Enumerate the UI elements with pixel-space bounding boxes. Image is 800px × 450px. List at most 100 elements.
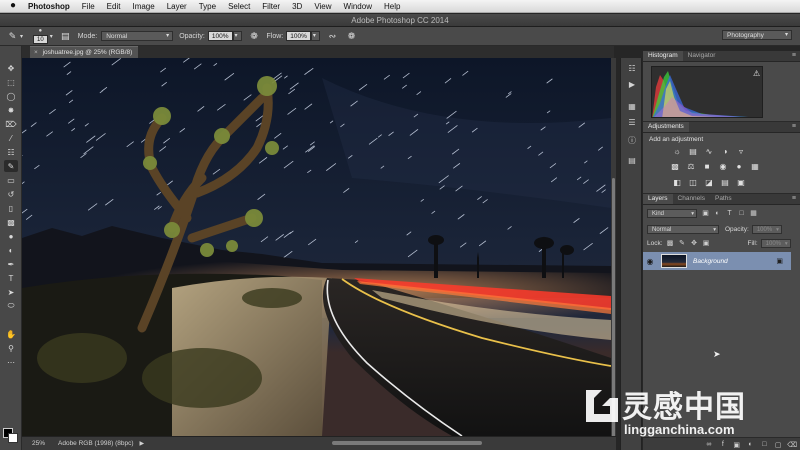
brightness-contrast-icon[interactable]: ☼	[671, 147, 683, 157]
actions-panel-icon[interactable]: ▶	[625, 78, 639, 90]
more-tools-icon[interactable]: ⋯	[4, 356, 18, 368]
invert-icon[interactable]: ◧	[671, 178, 683, 188]
layer-opacity-field[interactable]: 100%	[751, 225, 782, 234]
filter-pixel-icon[interactable]: ▣	[701, 209, 710, 218]
menu-photoshop[interactable]: Photoshop	[28, 2, 70, 11]
curves-icon[interactable]: ∿	[703, 147, 715, 157]
tab-channels[interactable]: Channels	[673, 194, 710, 204]
workspace-dropdown[interactable]: Photography	[722, 30, 792, 40]
flow-field[interactable]: 100%	[286, 31, 311, 41]
character-panel-icon[interactable]: ☰	[625, 116, 639, 128]
path-selection-tool-icon[interactable]: ➤	[4, 286, 18, 298]
delete-layer-icon[interactable]: ⌫	[786, 441, 798, 449]
add-layer-style-icon[interactable]: f	[717, 441, 729, 448]
gradient-map-icon[interactable]: ▤	[719, 178, 731, 188]
filter-type-icon[interactable]: T	[725, 209, 734, 218]
quick-select-tool-icon[interactable]: ✸	[4, 104, 18, 116]
flow-slider-toggle[interactable]	[310, 31, 320, 41]
tool-preset-picker[interactable]: ✎ ▾	[6, 30, 23, 43]
pressure-size-button[interactable]: ❁	[345, 30, 358, 43]
menu-file[interactable]: File	[82, 2, 95, 11]
lasso-tool-icon[interactable]: ◯	[4, 90, 18, 102]
cached-data-warning-icon[interactable]: ⚠	[753, 69, 760, 78]
brush-presets-panel-icon[interactable]: ▤	[625, 154, 639, 166]
menu-layer[interactable]: Layer	[167, 2, 187, 11]
brush-size-picker[interactable]: ● 10 ▾	[33, 28, 53, 44]
layer-blend-mode-dropdown[interactable]: Normal	[647, 225, 719, 234]
document-tab[interactable]: × joshuatree.jpg @ 25% (RGB/8)	[30, 46, 139, 58]
layer-name[interactable]: Background	[693, 258, 728, 265]
color-swatches[interactable]	[3, 428, 19, 444]
menu-select[interactable]: Select	[228, 2, 250, 11]
channel-mixer-icon[interactable]: ●	[733, 162, 745, 172]
gradient-tool-icon[interactable]: ▩	[4, 216, 18, 228]
tab-layers[interactable]: Layers	[643, 194, 673, 204]
photo-filter-icon[interactable]: ◉	[717, 162, 729, 172]
lock-transparent-icon[interactable]: ▩	[666, 239, 675, 248]
new-adjustment-layer-icon[interactable]: ◐	[745, 441, 757, 448]
panel-menu-icon[interactable]: ≡	[792, 194, 796, 204]
tab-adjustments[interactable]: Adjustments	[643, 122, 689, 132]
document-canvas[interactable]	[22, 58, 611, 436]
eraser-tool-icon[interactable]: ▯	[4, 202, 18, 214]
hue-saturation-icon[interactable]: ▩	[669, 162, 681, 172]
menu-view[interactable]: View	[314, 2, 331, 11]
layer-lock-icon[interactable]: ▣	[776, 257, 783, 265]
history-panel-icon[interactable]: ☷	[625, 62, 639, 74]
zoom-tool-icon[interactable]: ⚲	[4, 342, 18, 354]
layer-visibility-eye-icon[interactable]: ◉	[643, 257, 657, 266]
new-layer-icon[interactable]: ▢	[772, 441, 784, 449]
color-balance-icon[interactable]: ⚖	[685, 162, 697, 172]
airbrush-button[interactable]: ∾	[326, 30, 339, 43]
blur-tool-icon[interactable]: ●	[4, 230, 18, 242]
filter-smart-object-icon[interactable]: ▦	[749, 209, 758, 218]
mode-dropdown[interactable]: Normal	[101, 31, 174, 41]
exposure-icon[interactable]: ◑	[719, 147, 731, 157]
tab-navigator[interactable]: Navigator	[683, 51, 721, 61]
new-group-icon[interactable]: □	[758, 441, 770, 448]
canvas-horizontal-scrollbar[interactable]	[332, 441, 482, 445]
lock-position-icon[interactable]: ✥	[690, 239, 699, 248]
layer-filter-kind-dropdown[interactable]: Kind	[647, 209, 697, 218]
threshold-icon[interactable]: ◪	[703, 178, 715, 188]
crop-tool-icon[interactable]: ⌦	[4, 118, 18, 130]
color-lookup-icon[interactable]: ▦	[749, 162, 761, 172]
pressure-opacity-button[interactable]: ❁	[248, 30, 261, 43]
opacity-slider-toggle[interactable]	[232, 31, 242, 41]
apple-icon[interactable]: ●	[10, 1, 20, 11]
posterize-icon[interactable]: ◫	[687, 178, 699, 188]
info-panel-icon[interactable]: ⓘ	[625, 134, 639, 146]
brush-tool-icon[interactable]: ✎	[4, 160, 18, 172]
healing-brush-tool-icon[interactable]: ☷	[4, 146, 18, 158]
brush-panel-toggle[interactable]: ▤	[59, 30, 72, 43]
lock-image-icon[interactable]: ✎	[678, 239, 687, 248]
black-white-icon[interactable]: ■	[701, 162, 713, 172]
dodge-tool-icon[interactable]: ◐	[4, 244, 18, 256]
vibrance-icon[interactable]: ▿	[735, 147, 747, 157]
history-brush-tool-icon[interactable]: ↺	[4, 188, 18, 200]
filter-shape-icon[interactable]: □	[737, 209, 746, 218]
move-tool-icon[interactable]: ✥	[4, 62, 18, 74]
tab-paths[interactable]: Paths	[710, 194, 737, 204]
menu-window[interactable]: Window	[344, 2, 372, 11]
opacity-field[interactable]: 100%	[207, 31, 233, 41]
zoom-level[interactable]: 25%	[22, 440, 52, 447]
background-color-swatch[interactable]	[8, 433, 18, 443]
panel-menu-icon[interactable]: ≡	[792, 51, 796, 61]
status-menu-arrow[interactable]: ▶	[140, 440, 145, 447]
shape-tool-icon[interactable]: ⬭	[4, 300, 18, 312]
menu-help[interactable]: Help	[384, 2, 400, 11]
clone-stamp-tool-icon[interactable]: ▭	[4, 174, 18, 186]
selective-color-icon[interactable]: ▣	[735, 178, 747, 188]
menu-3d[interactable]: 3D	[292, 2, 302, 11]
menu-edit[interactable]: Edit	[107, 2, 121, 11]
marquee-tool-icon[interactable]: ⬚	[4, 76, 18, 88]
close-tab-icon[interactable]: ×	[34, 49, 38, 56]
menu-type[interactable]: Type	[199, 2, 216, 11]
tab-histogram[interactable]: Histogram	[643, 51, 683, 61]
canvas-vertical-scrollbar[interactable]	[611, 58, 616, 438]
link-layers-icon[interactable]: ∞	[703, 441, 715, 448]
add-mask-icon[interactable]: ▣	[731, 441, 743, 449]
pen-tool-icon[interactable]: ✒	[4, 258, 18, 270]
lock-all-icon[interactable]: ▣	[702, 239, 711, 248]
